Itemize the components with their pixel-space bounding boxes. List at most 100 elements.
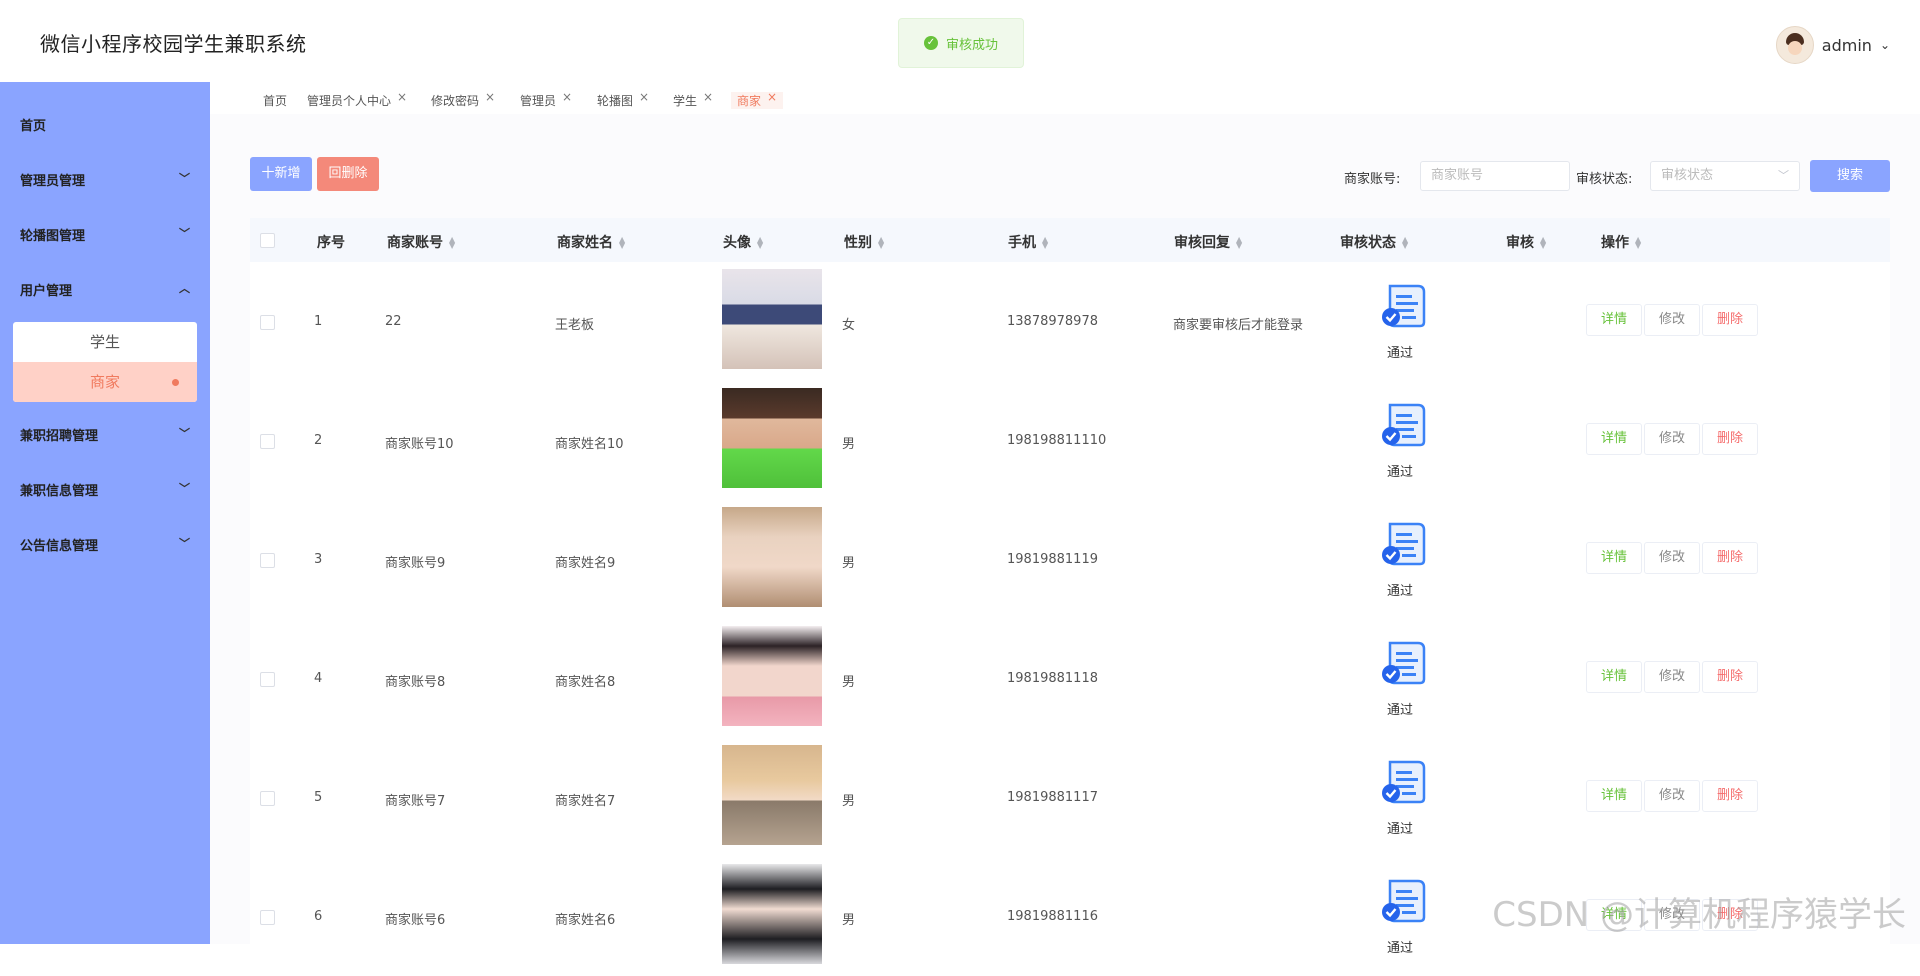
add-button[interactable]: 十新增	[250, 157, 312, 191]
tab-carousel[interactable]: 轮播图 ×	[597, 90, 649, 109]
cell-account: 商家账号9	[385, 556, 446, 571]
detail-button[interactable]: 详情	[1586, 780, 1642, 812]
sidebar-item-job-recruitment[interactable]: 兼职招聘管理 ﹀	[20, 425, 190, 444]
header-name[interactable]: 商家姓名 ▲ ▼	[557, 232, 625, 252]
sidebar-item-user-management[interactable]: 用户管理 ︿	[20, 280, 190, 299]
header-label: 审核	[1506, 235, 1534, 251]
sidebar-item-announcements[interactable]: 公告信息管理 ﹀	[20, 535, 190, 554]
merchant-avatar-image	[722, 626, 822, 726]
row-checkbox[interactable]	[260, 910, 275, 925]
sort-icon[interactable]: ▲ ▼	[1635, 236, 1641, 250]
edit-button[interactable]: 修改	[1644, 542, 1700, 574]
tab-home[interactable]: 首页	[263, 92, 287, 109]
row-checkbox[interactable]	[260, 672, 275, 687]
header-label: 审核状态	[1340, 235, 1396, 251]
sidebar-item-label: 轮播图管理	[20, 229, 86, 244]
table-row: 2 商家账号10 商家姓名10 男 198198811110 通过 详情 修改 删除	[250, 381, 1890, 501]
close-icon[interactable]: ×	[485, 90, 495, 104]
account-search-input[interactable]: 商家账号	[1420, 161, 1570, 191]
chevron-down-icon: ﹀	[179, 172, 190, 185]
sort-icon[interactable]: ▲ ▼	[1540, 236, 1546, 250]
header-status[interactable]: 审核状态 ▲ ▼	[1340, 232, 1408, 252]
header-label: 头像	[723, 235, 751, 251]
sort-icon[interactable]: ▲ ▼	[619, 236, 625, 250]
header-phone[interactable]: 手机 ▲ ▼	[1008, 232, 1048, 252]
detail-button[interactable]: 详情	[1586, 661, 1642, 693]
user-management-submenu: 学生 商家	[13, 322, 197, 402]
sort-icon[interactable]: ▲ ▼	[757, 236, 763, 250]
close-icon[interactable]: ×	[397, 90, 407, 104]
sidebar-item-label: 管理员管理	[20, 174, 86, 189]
edit-button[interactable]: 修改	[1644, 423, 1700, 455]
tab-admin[interactable]: 管理员 ×	[520, 90, 572, 109]
cell-gender: 男	[842, 794, 856, 809]
header-reply[interactable]: 审核回复 ▲ ▼	[1174, 232, 1242, 252]
tab-label: 轮播图	[597, 94, 634, 108]
sort-icon[interactable]: ▲ ▼	[449, 236, 455, 250]
cell-gender: 男	[842, 913, 856, 928]
edit-button[interactable]: 修改	[1644, 661, 1700, 693]
sidebar-item-job-info[interactable]: 兼职信息管理 ﹀	[20, 480, 190, 499]
header-avatar[interactable]: 头像 ▲ ▼	[723, 232, 763, 252]
status-select[interactable]: 审核状态 ﹀	[1650, 161, 1800, 191]
edit-button[interactable]: 修改	[1644, 780, 1700, 812]
row-checkbox[interactable]	[260, 791, 275, 806]
cell-gender: 女	[842, 318, 856, 333]
submenu-item-merchant[interactable]: 商家	[13, 362, 197, 402]
cell-name: 商家姓名7	[555, 794, 616, 809]
delete-row-button[interactable]: 删除	[1702, 780, 1758, 812]
sort-icon[interactable]: ▲ ▼	[878, 236, 884, 250]
sort-icon[interactable]: ▲ ▼	[1042, 236, 1048, 250]
submenu-item-student[interactable]: 学生	[13, 322, 197, 362]
sidebar-item-carousel-management[interactable]: 轮播图管理 ﹀	[20, 225, 190, 244]
chevron-down-icon: ﹀	[179, 482, 190, 495]
delete-row-button[interactable]: 删除	[1702, 542, 1758, 574]
close-icon[interactable]: ×	[562, 90, 572, 104]
audit-document-check-icon	[1380, 282, 1428, 328]
cell-status: 通过	[1387, 584, 1414, 599]
header-audit[interactable]: 审核 ▲ ▼	[1506, 232, 1546, 252]
chevron-down-icon: ﹀	[1778, 169, 1789, 182]
sidebar-item-label: 公告信息管理	[20, 539, 99, 554]
sidebar-item-label: 首页	[20, 119, 47, 134]
row-checkbox[interactable]	[260, 553, 275, 568]
delete-row-button[interactable]: 删除	[1702, 661, 1758, 693]
check-circle-icon: ✓	[923, 36, 938, 50]
header-gender[interactable]: 性别 ▲ ▼	[844, 232, 884, 252]
header-account[interactable]: 商家账号 ▲ ▼	[387, 232, 455, 252]
close-icon[interactable]: ×	[639, 90, 649, 104]
sidebar-item-admin-management[interactable]: 管理员管理 ﹀	[20, 170, 190, 189]
audit-document-check-icon	[1380, 877, 1428, 923]
user-menu[interactable]: admin ⌄	[1775, 26, 1890, 64]
tab-admin-center[interactable]: 管理员个人中心 ×	[307, 90, 407, 109]
edit-button[interactable]: 修改	[1644, 304, 1700, 336]
watermark: CSDN @计算机程序猿学长	[1492, 895, 1906, 935]
tab-change-password[interactable]: 修改密码 ×	[431, 90, 495, 109]
sort-icon[interactable]: ▲ ▼	[1402, 236, 1408, 250]
cell-index: 3	[314, 552, 323, 567]
detail-button[interactable]: 详情	[1586, 304, 1642, 336]
search-button[interactable]: 搜索	[1810, 160, 1890, 192]
cell-account: 商家账号8	[385, 675, 446, 690]
delete-button[interactable]: 回删除	[317, 157, 379, 191]
select-all-checkbox[interactable]	[260, 233, 275, 248]
row-checkbox[interactable]	[260, 315, 275, 330]
close-icon[interactable]: ×	[703, 90, 713, 104]
top-header: 微信小程序校园学生兼职系统 ✓ 审核成功 admin ⌄	[0, 0, 1920, 83]
close-icon[interactable]: ×	[767, 90, 777, 104]
delete-row-button[interactable]: 删除	[1702, 423, 1758, 455]
detail-button[interactable]: 详情	[1586, 423, 1642, 455]
row-checkbox[interactable]	[260, 434, 275, 449]
tab-merchant[interactable]: 商家 ×	[731, 90, 784, 109]
cell-index: 5	[314, 790, 323, 805]
table-row: 3 商家账号9 商家姓名9 男 19819881119 通过 详情 修改 删除	[250, 500, 1890, 619]
header-actions[interactable]: 操作 ▲ ▼	[1601, 232, 1641, 252]
sort-icon[interactable]: ▲ ▼	[1236, 236, 1242, 250]
delete-row-button[interactable]: 删除	[1702, 304, 1758, 336]
sidebar-item-home[interactable]: 首页	[20, 115, 190, 134]
cell-name: 王老板	[555, 318, 595, 333]
tab-student[interactable]: 学生 ×	[673, 90, 713, 109]
cell-phone: 198198811110	[1007, 433, 1107, 448]
detail-button[interactable]: 详情	[1586, 542, 1642, 574]
cell-index: 1	[314, 314, 323, 329]
